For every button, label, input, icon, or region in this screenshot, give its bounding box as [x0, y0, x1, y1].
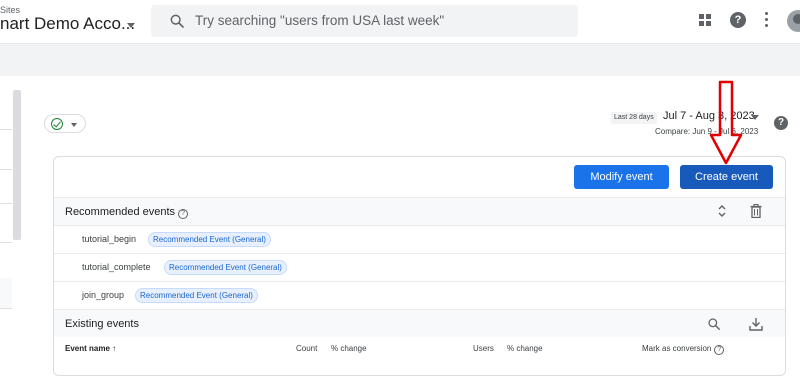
annotation-arrow-icon: [709, 80, 743, 165]
chevron-down-icon[interactable]: [751, 115, 759, 120]
list-item[interactable]: tutorial_begin Recommended Event (Genera…: [54, 225, 785, 253]
column-header-count-change[interactable]: % change: [331, 344, 367, 353]
help-icon[interactable]: ?: [714, 345, 725, 355]
column-header-event-name[interactable]: Event name ↑: [65, 344, 116, 353]
create-event-button[interactable]: Create event: [680, 165, 773, 189]
help-icon[interactable]: ?: [178, 209, 189, 219]
column-header-users[interactable]: Users: [473, 344, 494, 353]
download-icon[interactable]: [749, 317, 763, 331]
event-name: tutorial_begin: [82, 234, 137, 244]
status-chip[interactable]: [44, 114, 86, 133]
more-vert-icon[interactable]: [765, 12, 769, 30]
section-title: Existing events: [65, 318, 139, 330]
check-circle-icon: [51, 118, 63, 130]
recommended-events-header: Recommended events?: [54, 197, 785, 225]
column-header-count[interactable]: Count: [296, 344, 317, 353]
search-bar[interactable]: Try searching "users from USA last week": [151, 5, 578, 37]
column-header-users-change[interactable]: % change: [507, 344, 543, 353]
scrollbar[interactable]: [13, 90, 21, 240]
date-range-badge: Last 28 days: [611, 112, 657, 124]
list-item[interactable]: tutorial_complete Recommended Event (Gen…: [54, 253, 785, 281]
recommended-tag: Recommended Event (General): [148, 232, 271, 247]
apps-grid-icon[interactable]: [699, 14, 711, 26]
event-name: join_group: [82, 290, 125, 300]
chevron-down-icon[interactable]: [127, 23, 135, 28]
nav-divider: [0, 129, 12, 130]
recommended-tag: Recommended Event (General): [164, 260, 287, 275]
column-header-label: Event name: [65, 344, 110, 353]
modify-event-button[interactable]: Modify event: [574, 165, 669, 189]
nav-divider: [0, 203, 12, 204]
sub-header-band: [0, 44, 800, 76]
list-item[interactable]: join_group Recommended Event (General): [54, 281, 785, 309]
search-input[interactable]: Try searching "users from USA last week": [195, 13, 444, 28]
column-header-conversion[interactable]: Mark as conversion?: [642, 344, 725, 355]
recommended-tag: Recommended Event (General): [135, 288, 258, 303]
nav-divider: [0, 169, 12, 170]
account-selector[interactable]: nart Demo Acco...: [0, 14, 135, 34]
section-title-text: Recommended events: [65, 206, 176, 218]
avatar[interactable]: [787, 10, 800, 32]
nav-divider: [0, 242, 12, 243]
expand-collapse-icon[interactable]: [717, 203, 727, 219]
events-card: Modify event Create event Recommended ev…: [53, 156, 786, 376]
nav-item-selected[interactable]: [0, 278, 12, 308]
search-icon: [170, 14, 184, 28]
top-app-bar: Sites nart Demo Acco... Try searching "u…: [0, 0, 800, 44]
section-title: Recommended events?: [65, 206, 189, 219]
search-icon[interactable]: [707, 317, 721, 331]
help-icon[interactable]: ?: [730, 12, 746, 28]
help-icon[interactable]: ?: [774, 116, 788, 130]
event-name: tutorial_complete: [82, 262, 151, 272]
nav-divider: [0, 308, 12, 309]
column-header-label: Mark as conversion: [642, 344, 712, 353]
existing-events-header: Existing events: [54, 309, 785, 337]
delete-icon[interactable]: [750, 204, 762, 218]
sort-arrow-up-icon[interactable]: ↑: [112, 344, 116, 353]
chevron-down-icon: [71, 123, 77, 127]
